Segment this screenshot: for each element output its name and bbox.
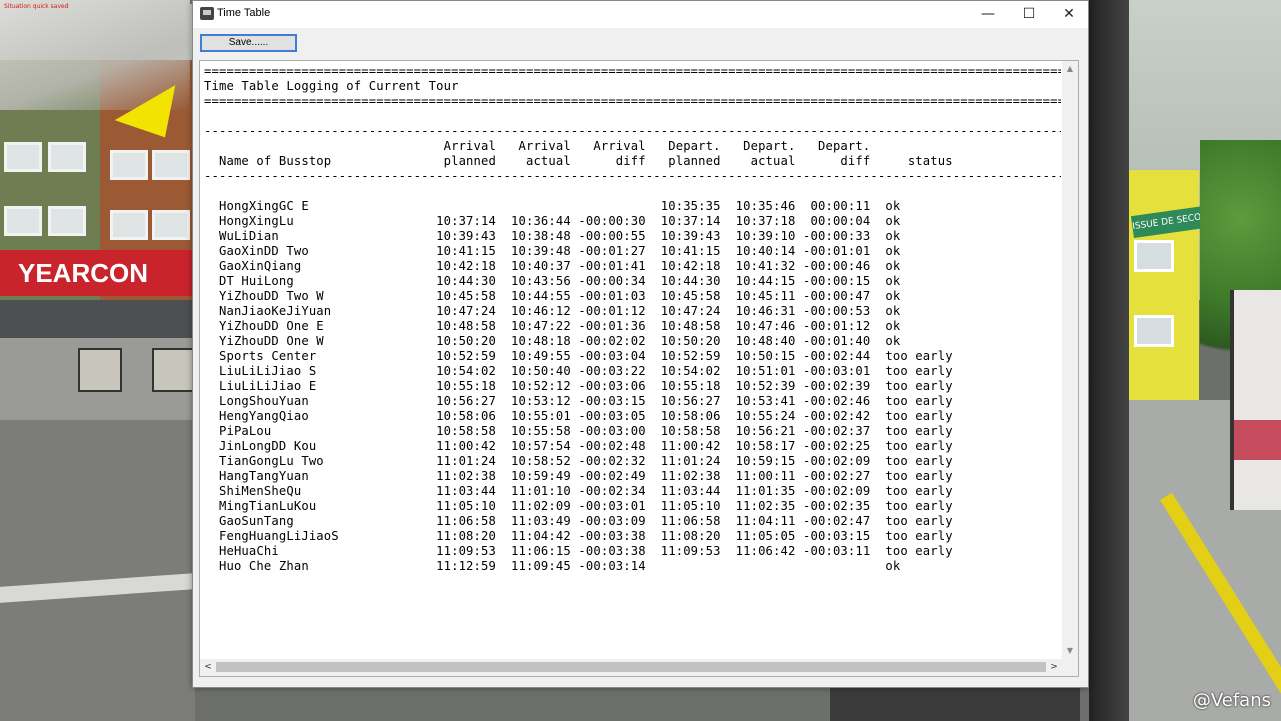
maximize-button[interactable]: ☐ — [1009, 1, 1049, 28]
dashboard-edge — [830, 688, 1080, 721]
close-button[interactable]: ✕ — [1049, 1, 1089, 28]
scroll-right-icon[interactable]: > — [1046, 659, 1062, 676]
minimize-button[interactable]: — — [968, 1, 1008, 28]
timetable-log: ========================================… — [204, 64, 1061, 573]
road-left — [0, 420, 195, 721]
horizontal-scrollbar[interactable]: < > — [200, 659, 1062, 676]
shelter-poster — [78, 348, 122, 392]
bus-interior-frame — [1089, 0, 1129, 721]
oncoming-bus — [1230, 290, 1281, 510]
watermark: @Vefans — [1192, 690, 1271, 711]
shelter-poster — [152, 348, 196, 392]
quicksave-notice: Situation quick saved — [4, 3, 69, 10]
log-content: ========================================… — [204, 64, 1061, 659]
app-icon — [200, 7, 214, 20]
scroll-thumb[interactable] — [216, 662, 1046, 672]
bus-shelter-roof — [0, 300, 195, 338]
scrollbar-corner — [1061, 659, 1078, 676]
vertical-scrollbar[interactable]: ▲ ▼ — [1062, 61, 1078, 659]
window-title: Time Table — [217, 7, 271, 19]
store-sign: YEARCON — [0, 250, 195, 296]
scroll-up-icon[interactable]: ▲ — [1062, 61, 1078, 77]
scroll-left-icon[interactable]: < — [200, 659, 216, 676]
log-textbox[interactable]: ========================================… — [199, 60, 1079, 677]
title-bar[interactable]: Time Table — ☐ ✕ — [193, 1, 1088, 28]
scroll-down-icon[interactable]: ▼ — [1062, 643, 1078, 659]
time-table-window: Time Table — ☐ ✕ Save...... ============… — [192, 0, 1089, 688]
save-button[interactable]: Save...... — [200, 34, 297, 52]
